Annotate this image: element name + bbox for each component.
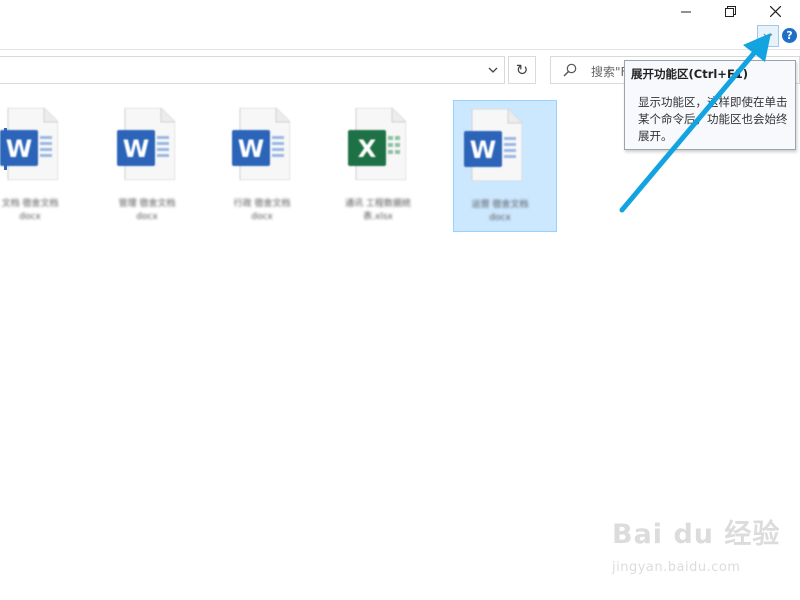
- watermark-url: jingyan.baidu.com: [612, 560, 741, 575]
- watermark-logo: Bai du 经验: [612, 519, 781, 550]
- annotation-arrow: [619, 33, 771, 213]
- baidu-jingyan-watermark: Bai du 经验 jingyan.baidu.com: [612, 512, 792, 582]
